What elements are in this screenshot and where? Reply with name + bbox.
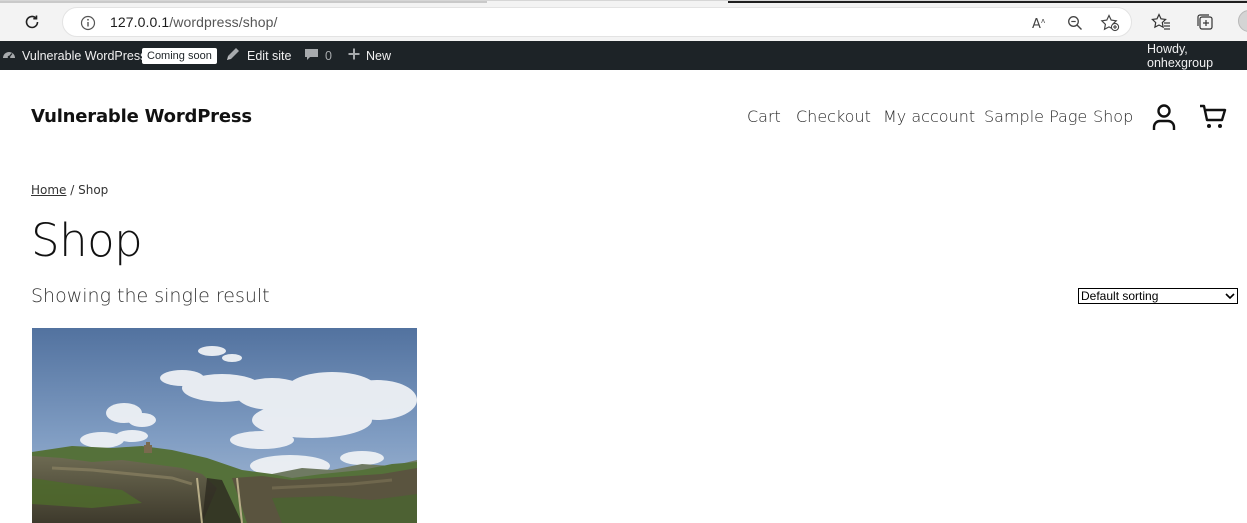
zoom-icon[interactable]	[1064, 13, 1086, 33]
new-label: New	[366, 48, 392, 63]
edit-site-label: Edit site	[247, 48, 292, 63]
wp-admin-bar: Vulnerable WordPress Coming soon Edit si…	[0, 41, 1247, 70]
breadcrumb-separator: /	[66, 183, 79, 197]
sorting-select[interactable]: Default sorting	[1078, 288, 1238, 304]
howdy-label: Howdy, onhexgroup	[1147, 41, 1214, 70]
plus-icon	[348, 48, 360, 63]
sorting-selected-value: Default sorting	[1081, 289, 1159, 303]
url-path: /wordpress/shop/	[169, 14, 278, 30]
new-content-link[interactable]: New	[348, 41, 391, 70]
info-icon[interactable]	[79, 14, 97, 32]
admin-bar-site[interactable]: Vulnerable WordPress	[2, 41, 146, 70]
site-title[interactable]: Vulnerable WordPress	[31, 106, 252, 127]
reload-icon[interactable]	[18, 9, 46, 35]
url-text[interactable]: 127.0.0.1/wordpress/shop/	[110, 14, 278, 30]
product-image[interactable]	[32, 328, 417, 523]
nav-item-sample-page[interactable]: Sample Page	[984, 107, 1087, 126]
svg-text:ʌ: ʌ	[1041, 17, 1045, 25]
nav-item-checkout[interactable]: Checkout	[796, 107, 871, 126]
tab-strip-edge-dark	[728, 1, 1247, 3]
comment-icon	[304, 47, 319, 64]
account-icon[interactable]	[1149, 102, 1179, 132]
add-favorite-icon[interactable]	[1099, 13, 1121, 33]
svg-text:A: A	[1032, 17, 1041, 31]
coming-soon-label: Coming soon	[142, 47, 217, 64]
tab-strip-edge	[0, 1, 487, 3]
admin-bar-site-name: Vulnerable WordPress	[22, 48, 147, 63]
comments-link[interactable]: 0	[304, 41, 332, 70]
breadcrumb-current: Shop	[78, 183, 109, 197]
paintbrush-icon	[225, 46, 241, 65]
profile-avatar[interactable]	[1238, 10, 1247, 32]
read-aloud-icon[interactable]: Aʌ	[1029, 13, 1051, 33]
nav-item-cart[interactable]: Cart	[747, 107, 781, 126]
nav-item-my-account[interactable]: My account	[883, 107, 975, 126]
comments-count: 0	[325, 48, 332, 63]
url-host: 127.0.0.1	[110, 14, 170, 30]
page-title: Shop	[31, 214, 143, 267]
browser-toolbar: 127.0.0.1/wordpress/shop/ Aʌ	[0, 0, 1247, 41]
address-bar[interactable]: 127.0.0.1/wordpress/shop/ Aʌ	[62, 7, 1132, 37]
my-account-link[interactable]: Howdy, onhexgroup	[1147, 41, 1247, 70]
breadcrumb-home-link[interactable]: Home	[31, 183, 66, 197]
nav-item-shop[interactable]: Shop	[1093, 107, 1133, 126]
favorites-icon[interactable]	[1150, 11, 1172, 33]
dashboard-icon	[2, 47, 16, 64]
collections-icon[interactable]	[1194, 11, 1216, 33]
result-count: Showing the single result	[31, 285, 270, 307]
edit-site-link[interactable]: Edit site	[225, 41, 291, 70]
coming-soon-badge[interactable]: Coming soon	[142, 41, 217, 70]
breadcrumb: Home / Shop	[31, 183, 108, 197]
chevron-down-icon	[1225, 289, 1235, 303]
cart-icon[interactable]	[1198, 102, 1228, 132]
